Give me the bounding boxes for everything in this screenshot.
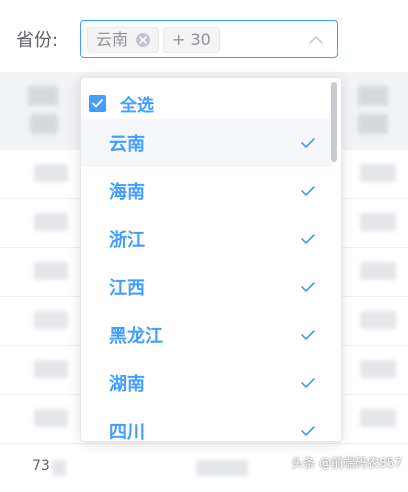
blurred-text (28, 86, 58, 106)
tag-close-icon[interactable] (136, 33, 151, 47)
option-label: 黑龙江 (109, 326, 163, 347)
option-label: 四川 (109, 422, 145, 442)
select-all-option[interactable]: 全选 (89, 92, 154, 116)
check-icon (301, 234, 315, 244)
option-hainan[interactable]: 海南 (81, 167, 333, 215)
dropdown-scrollbar[interactable] (331, 82, 337, 162)
option-sichuan[interactable]: 四川 (81, 407, 333, 442)
option-label: 云南 (109, 134, 145, 155)
option-heilongjiang[interactable]: 黑龙江 (81, 311, 333, 359)
province-select[interactable]: 云南 + 30 (80, 20, 338, 58)
option-label: 江西 (109, 278, 145, 299)
check-icon (301, 426, 315, 436)
province-label: 省份: (16, 30, 59, 51)
check-icon (301, 378, 315, 388)
check-icon (301, 138, 315, 148)
province-dropdown: 全选 云南 海南 浙江 江西 黑龙江 湖南 四川 (80, 77, 342, 442)
option-list: 云南 海南 浙江 江西 黑龙江 湖南 四川 (81, 119, 333, 442)
option-jiangxi[interactable]: 江西 (81, 263, 333, 311)
option-yunnan[interactable]: 云南 (81, 119, 333, 167)
selected-tag: 云南 (87, 27, 160, 53)
watermark: 头条 @前端码农857 (291, 456, 402, 470)
more-count-tag: + 30 (163, 27, 220, 53)
chevron-up-icon[interactable] (309, 33, 323, 47)
blurred-text (358, 114, 388, 134)
check-icon (301, 330, 315, 340)
checkbox-checked-icon[interactable] (89, 94, 106, 112)
row-number: 73 (32, 458, 50, 474)
blurred-text (30, 114, 58, 134)
more-count-label: + 30 (172, 30, 211, 49)
option-label: 海南 (109, 182, 145, 203)
check-icon (301, 282, 315, 292)
select-all-label: 全选 (120, 95, 154, 116)
option-zhejiang[interactable]: 浙江 (81, 215, 333, 263)
check-icon (301, 186, 315, 196)
selected-tag-label: 云南 (96, 30, 129, 49)
option-hunan[interactable]: 湖南 (81, 359, 333, 407)
option-label: 浙江 (109, 230, 145, 251)
option-label: 湖南 (109, 374, 145, 395)
blurred-text (358, 86, 388, 106)
